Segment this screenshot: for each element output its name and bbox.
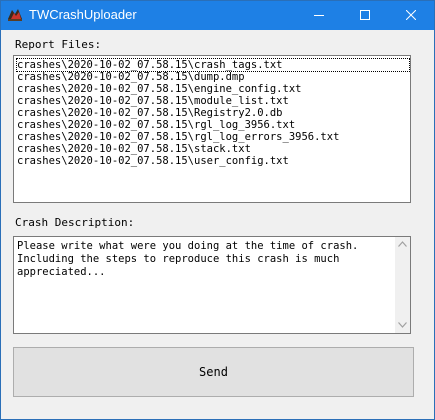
list-item[interactable]: crashes\2020-10-02_07.58.15\engine_confi… [17, 83, 301, 95]
report-files-label: Report Files: [15, 38, 102, 51]
send-button[interactable]: Send [13, 347, 414, 397]
report-files-list[interactable]: crashes\2020-10-02_07.58.15\crash_tags.t… [13, 55, 411, 203]
window-title: TWCrashUploader [29, 7, 137, 22]
scroll-up-button[interactable] [395, 237, 410, 252]
chevron-up-icon [398, 241, 407, 247]
list-item[interactable]: crashes\2020-10-02_07.58.15\user_config.… [17, 155, 289, 167]
list-item[interactable]: crashes\2020-10-02_07.58.15\rgl_log_erro… [17, 131, 339, 143]
crash-description-textarea[interactable]: Please write what were you doing at the … [13, 236, 411, 334]
description-line: appreciated... [17, 266, 106, 278]
description-line: Please write what were you doing at the … [17, 240, 359, 252]
title-bar[interactable]: TWCrashUploader [1, 1, 434, 30]
chevron-down-icon [398, 322, 407, 328]
close-icon [406, 10, 416, 20]
list-item[interactable]: crashes\2020-10-02_07.58.15\module_list.… [17, 95, 289, 107]
description-line: Including the steps to reproduce this cr… [17, 253, 340, 265]
minimize-icon [314, 15, 324, 16]
list-item[interactable]: crashes\2020-10-02_07.58.15\rgl_log_3956… [17, 119, 295, 131]
list-item[interactable]: crashes\2020-10-02_07.58.15\crash_tags.t… [16, 58, 410, 72]
minimize-button[interactable] [296, 1, 342, 30]
scroll-down-button[interactable] [395, 318, 410, 333]
list-item[interactable]: crashes\2020-10-02_07.58.15\Registry2.0.… [17, 107, 283, 119]
app-icon [6, 6, 24, 24]
crash-uploader-window: TWCrashUploader Report Files: crashes\20… [0, 0, 435, 420]
vertical-scrollbar[interactable] [395, 237, 410, 333]
maximize-icon [360, 10, 370, 20]
crash-description-label: Crash Description: [15, 216, 135, 229]
list-item[interactable]: crashes\2020-10-02_07.58.15\stack.txt [17, 143, 251, 155]
list-item[interactable]: crashes\2020-10-02_07.58.15\dump.dmp [17, 71, 245, 83]
close-button[interactable] [388, 1, 434, 30]
maximize-button[interactable] [342, 1, 388, 30]
